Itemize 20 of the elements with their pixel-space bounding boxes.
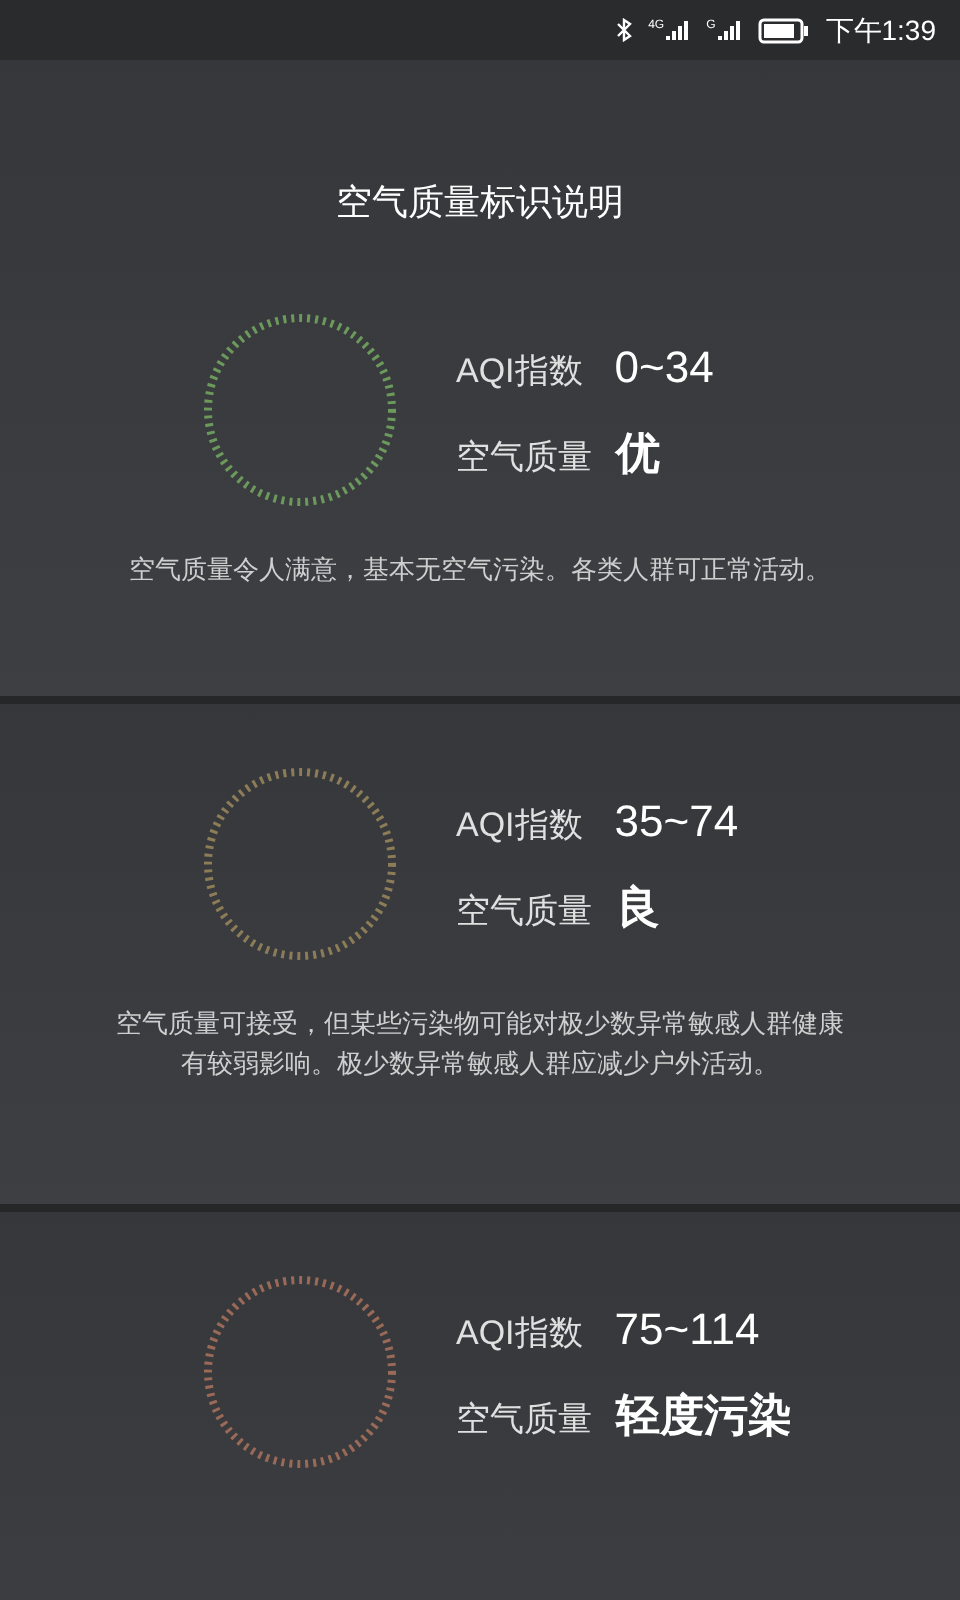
- aqi-range: 75~114: [614, 1302, 760, 1358]
- aqi-range: 0~34: [614, 340, 714, 396]
- quality-value: 轻度污染: [616, 1388, 792, 1444]
- quality-label: 空气质量: [456, 436, 592, 480]
- aqi-range: 35~74: [614, 794, 739, 850]
- signal-icon: [666, 20, 691, 40]
- aqi-label: AQI指数: [456, 350, 583, 394]
- description: 空气质量可接受，但某些污染物可能对极少数异常敏感人群健康有较弱影响。极少数异常敏感人群应减少户外活动。: [114, 1006, 846, 1082]
- quality-value: 良: [616, 880, 660, 936]
- clock: 下午1:39: [825, 11, 936, 49]
- aqi-label: AQI指数: [456, 804, 583, 848]
- quality-label: 空气质量: [456, 890, 592, 934]
- aqi-label: AQI指数: [456, 1312, 583, 1356]
- description: 空气质量令人满意，基本无空气污染。各类人群可正常活动。: [127, 552, 833, 588]
- quality-value: 优: [616, 426, 660, 482]
- quality-label: 空气质量: [456, 1398, 592, 1442]
- page-title: 空气质量标识说明: [336, 180, 624, 226]
- battery-icon: [757, 17, 810, 43]
- signal-icon: [717, 20, 742, 40]
- bluetooth-icon: [616, 18, 633, 42]
